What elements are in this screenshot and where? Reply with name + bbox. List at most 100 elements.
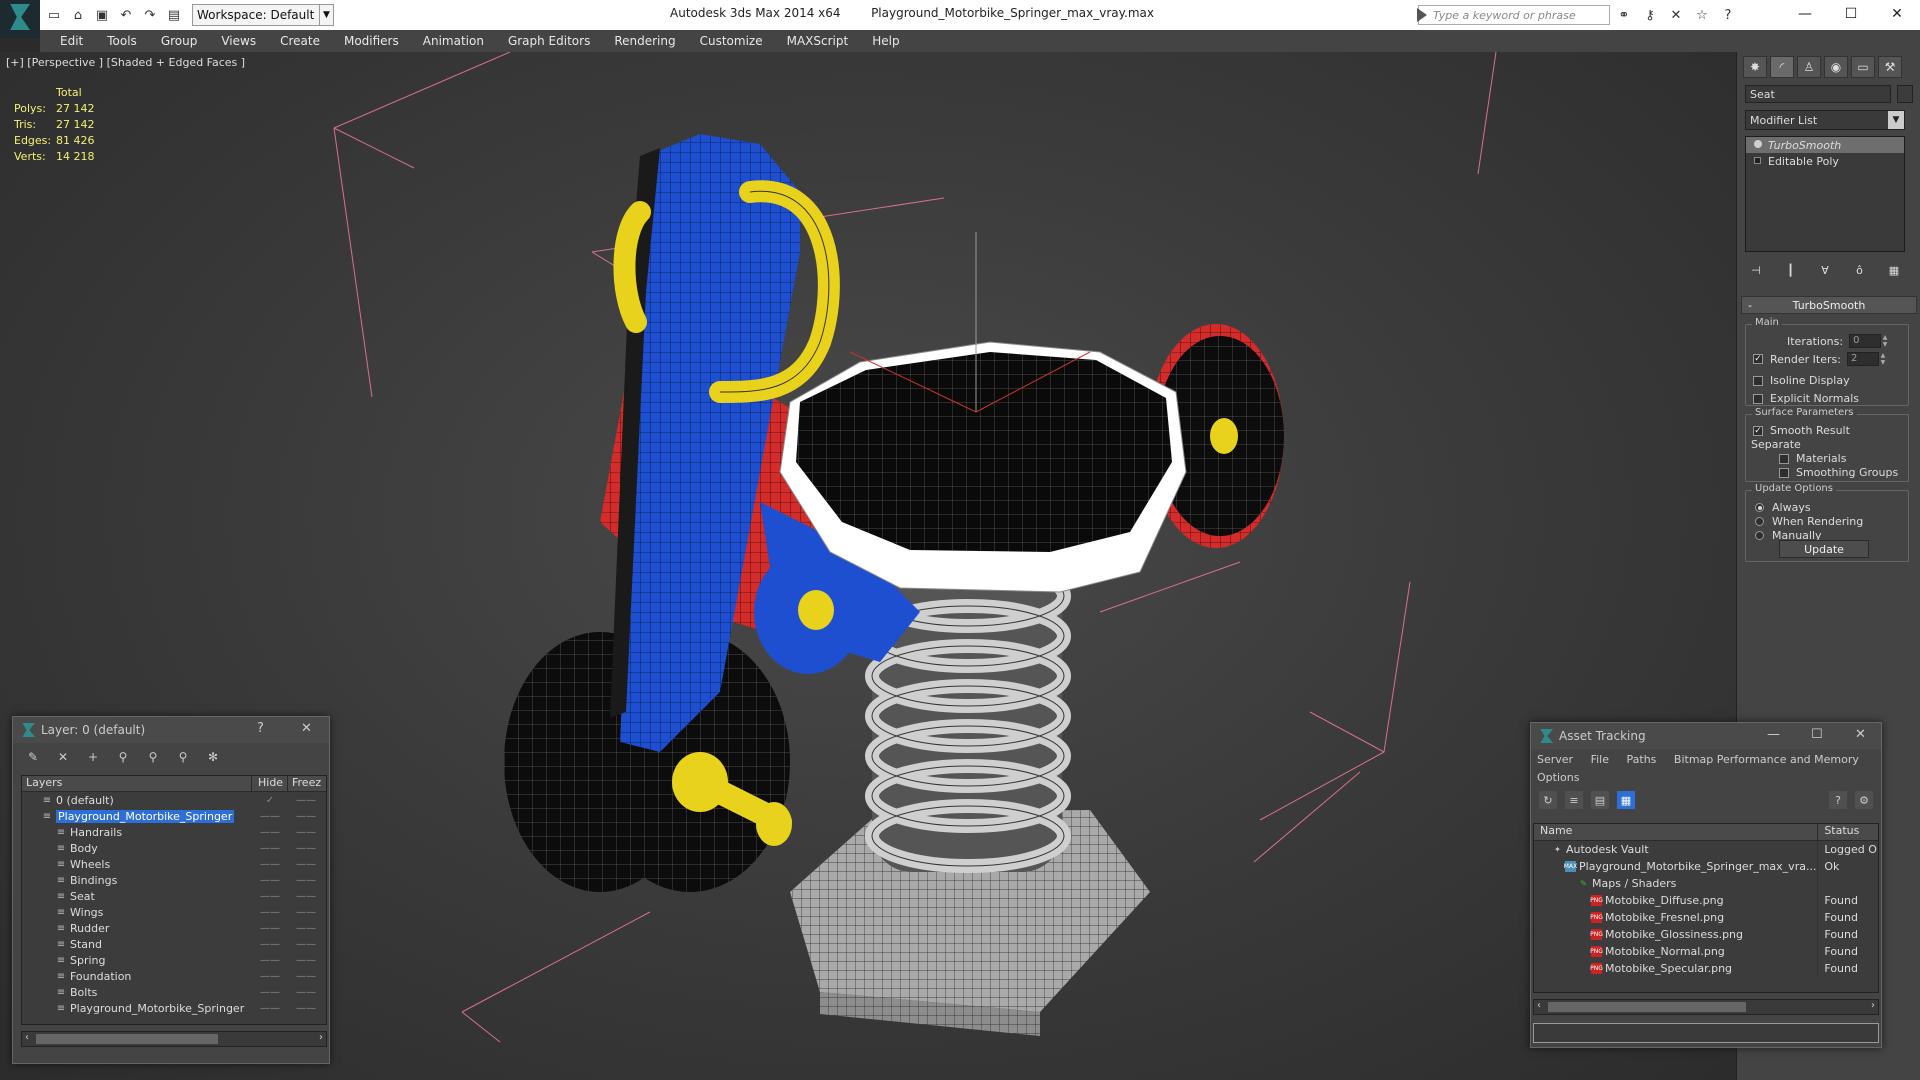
scroll-right-icon[interactable]: › [319,1032,323,1043]
asset-row[interactable]: ✦ Autodesk Vault Logged O [1534,841,1878,858]
menu-animation[interactable]: Animation [411,34,496,48]
hide-toggle[interactable]: —— [252,907,288,918]
freeze-toggle[interactable]: —— [288,811,324,822]
make-unique-icon[interactable]: ∀ [1814,260,1836,280]
maximize-icon[interactable]: ☐ [1811,727,1823,742]
hide-toggle[interactable]: —— [252,1003,288,1014]
col-layers[interactable]: Layers [22,776,252,791]
scroll-thumb[interactable] [1548,1002,1746,1012]
scroll-left-icon[interactable]: ‹ [1537,1000,1541,1011]
asset-menu-options[interactable]: Options [1537,771,1579,784]
hide-toggle[interactable]: —— [252,923,288,934]
hierarchy-tab-icon[interactable]: ♙ [1797,56,1821,78]
freeze-toggle[interactable]: —— [288,1003,324,1014]
scroll-left-icon[interactable]: ‹ [25,1032,29,1043]
utilities-tab-icon[interactable]: ⚒ [1878,56,1902,78]
freeze-all-icon[interactable]: ✻ [203,747,223,767]
when-rendering-radio[interactable] [1755,517,1764,526]
undo-icon[interactable]: ↶ [116,5,136,25]
exchange-icon[interactable]: ✕ [1666,5,1686,25]
new-file-icon[interactable]: ▭ [44,5,64,25]
app-logo-icon[interactable] [0,0,40,38]
project-folder-icon[interactable]: ▤ [164,5,184,25]
maximize-button[interactable]: ☐ [1828,0,1874,28]
scroll-thumb[interactable] [36,1034,218,1044]
select-objects-icon[interactable]: ⚲ [113,747,133,767]
help-icon[interactable]: ? [257,721,264,736]
show-end-result-icon[interactable]: ┃ [1780,260,1802,280]
turbosmooth-rollout-header[interactable]: - TurboSmooth [1741,296,1917,314]
render-iters-checkbox[interactable]: ✓ [1753,354,1763,364]
remove-modifier-icon[interactable]: ô [1849,260,1871,280]
redo-icon[interactable]: ↷ [140,5,160,25]
col-name[interactable]: Name [1534,824,1819,840]
update-button[interactable]: Update [1779,540,1869,558]
asset-row[interactable]: PNG Motobike_Diffuse.png Found [1534,892,1878,909]
menu-maxscript[interactable]: MAXScript [775,34,861,48]
asset-panel-titlebar[interactable]: Asset Tracking — ☐ ✕ [1531,723,1881,749]
lightbulb-icon[interactable] [1754,140,1762,148]
workspace-select[interactable]: Workspace: Default ▼ [192,4,334,26]
layer-panel-titlebar[interactable]: Layer: 0 (default) ? ✕ [13,717,329,743]
freeze-toggle[interactable]: —— [288,923,324,934]
hide-toggle[interactable]: —— [252,843,288,854]
search-input[interactable]: Type a keyword or phrase [1417,5,1610,25]
menu-modifiers[interactable]: Modifiers [332,34,411,48]
layer-row[interactable]: ≡ Handrails —— —— [22,824,326,840]
hide-all-icon[interactable]: ⚲ [173,747,193,767]
layer-horizontal-scrollbar[interactable]: ‹ › [21,1031,327,1047]
settings-icon[interactable]: ⚙ [1855,791,1873,809]
freeze-toggle[interactable]: —— [288,987,324,998]
hide-toggle[interactable]: —— [252,811,288,822]
configure-sets-icon[interactable]: ▦ [1883,260,1905,280]
layer-row[interactable]: ≡ Bindings —— —— [22,872,326,888]
freeze-toggle[interactable]: —— [288,955,324,966]
menu-tools[interactable]: Tools [95,34,149,48]
menu-create[interactable]: Create [268,34,332,48]
hide-toggle[interactable]: —— [252,939,288,950]
freeze-toggle[interactable]: —— [288,859,324,870]
asset-menu-bitmap[interactable]: Bitmap Performance and Memory [1674,753,1859,766]
stack-item-editable-poly[interactable]: Editable Poly [1746,153,1904,169]
freeze-toggle[interactable]: —— [288,939,324,950]
render-iters-spinner[interactable]: 2 [1846,352,1879,366]
always-radio[interactable] [1755,503,1764,512]
asset-row[interactable]: PNG Motobike_Fresnel.png Found [1534,909,1878,926]
hide-toggle[interactable]: —— [252,875,288,886]
menu-views[interactable]: Views [209,34,268,48]
asset-menu-file[interactable]: File [1591,753,1609,766]
col-freeze[interactable]: Freez [288,776,324,791]
freeze-toggle[interactable]: —— [288,891,324,902]
key-icon[interactable]: ⚷ [1640,5,1660,25]
asset-path-input[interactable] [1533,1023,1879,1043]
layer-row[interactable]: ≡ Spring —— —— [22,952,326,968]
menu-group[interactable]: Group [149,34,210,48]
freeze-toggle[interactable]: —— [288,971,324,982]
layer-row[interactable]: ≡ Foundation —— —— [22,968,326,984]
hide-toggle[interactable]: —— [252,971,288,982]
asset-row[interactable]: PNG Motobike_Specular.png Found [1534,960,1878,977]
isoline-checkbox[interactable] [1753,375,1763,386]
smoothing-groups-checkbox[interactable] [1779,467,1789,478]
table-view-icon[interactable]: ▦ [1617,791,1635,809]
minimize-icon[interactable]: — [1767,727,1780,742]
smooth-result-checkbox[interactable]: ✓ [1753,425,1763,436]
spinner-arrows-icon[interactable]: ▲ ▼ [1879,352,1887,366]
scroll-right-icon[interactable]: › [1871,1000,1875,1011]
star-icon[interactable]: ☆ [1692,5,1712,25]
menu-graph-editors[interactable]: Graph Editors [496,34,602,48]
hide-toggle[interactable]: ✓ [252,795,288,806]
create-tab-icon[interactable]: ✸ [1743,56,1767,78]
freeze-toggle[interactable]: —— [288,795,324,806]
explicit-normals-checkbox[interactable] [1753,393,1763,404]
binoculars-icon[interactable]: ⚭ [1614,5,1634,25]
refresh-icon[interactable]: ↻ [1539,791,1557,809]
display-tab-icon[interactable]: ▭ [1851,56,1875,78]
hide-toggle[interactable]: —— [252,955,288,966]
layer-row[interactable]: ≡ Wings —— —— [22,904,326,920]
freeze-toggle[interactable]: —— [288,875,324,886]
help-icon[interactable]: ? [1718,5,1738,25]
close-button[interactable]: ✕ [1874,0,1920,28]
hide-toggle[interactable]: —— [252,827,288,838]
save-file-icon[interactable]: ▣ [92,5,112,25]
